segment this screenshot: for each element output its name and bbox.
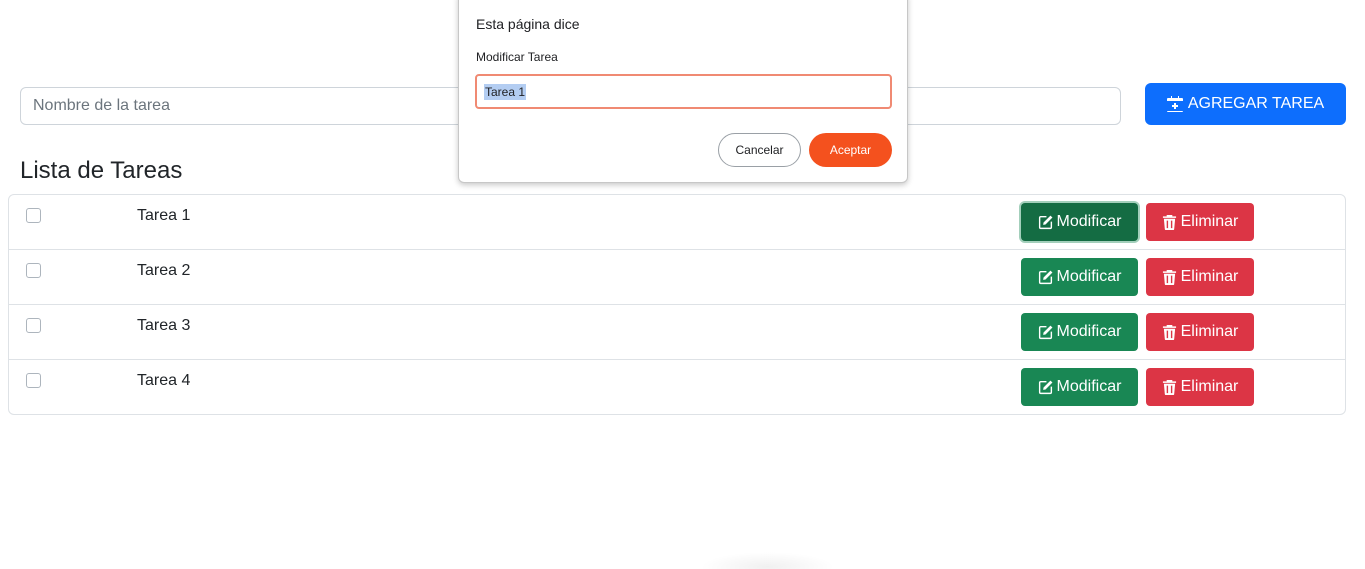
- edit-label: Modificar: [1056, 323, 1122, 340]
- prompt-dialog: Esta página dice Modificar Tarea Tarea 1…: [458, 0, 908, 183]
- add-task-button[interactable]: AGREGAR TAREA: [1145, 83, 1346, 125]
- task-checkbox[interactable]: [26, 263, 41, 278]
- task-row: Tarea 3 Modificar Eliminar: [9, 305, 1345, 360]
- trash-icon: [1162, 324, 1176, 340]
- delete-label: Eliminar: [1180, 323, 1239, 340]
- edit-label: Modificar: [1056, 213, 1122, 230]
- task-row: Tarea 4 Modificar Eliminar: [9, 360, 1345, 414]
- calendar-plus-icon: [1166, 96, 1183, 112]
- edit-icon: [1038, 380, 1052, 394]
- edit-label: Modificar: [1056, 378, 1122, 395]
- edit-task-button[interactable]: Modificar: [1021, 313, 1138, 351]
- trash-icon: [1162, 379, 1176, 395]
- trash-icon: [1162, 269, 1176, 285]
- task-name: Tarea 2: [137, 262, 191, 279]
- delete-task-button[interactable]: Eliminar: [1146, 203, 1254, 241]
- delete-task-button[interactable]: Eliminar: [1146, 313, 1254, 351]
- task-list: Tarea 1 Modificar Eliminar Tarea 2 Modif…: [8, 194, 1346, 415]
- trash-icon: [1162, 214, 1176, 230]
- cancel-button[interactable]: Cancelar: [718, 133, 801, 167]
- task-name: Tarea 4: [137, 372, 191, 389]
- edit-task-button[interactable]: Modificar: [1021, 203, 1138, 241]
- edit-icon: [1038, 215, 1052, 229]
- edit-task-button[interactable]: Modificar: [1021, 258, 1138, 296]
- delete-label: Eliminar: [1180, 268, 1239, 285]
- bottom-shadow: [700, 552, 835, 569]
- delete-label: Eliminar: [1180, 213, 1239, 230]
- edit-task-button[interactable]: Modificar: [1021, 368, 1138, 406]
- dialog-input[interactable]: Tarea 1: [475, 74, 892, 109]
- edit-icon: [1038, 270, 1052, 284]
- delete-task-button[interactable]: Eliminar: [1146, 258, 1254, 296]
- dialog-input-value: Tarea 1: [484, 83, 527, 100]
- list-title: Lista de Tareas: [20, 157, 183, 184]
- edit-label: Modificar: [1056, 268, 1122, 285]
- task-checkbox[interactable]: [26, 208, 41, 223]
- accept-button[interactable]: Aceptar: [809, 133, 892, 167]
- dialog-title: Esta página dice: [476, 16, 580, 32]
- task-row: Tarea 1 Modificar Eliminar: [9, 195, 1345, 250]
- dialog-message: Modificar Tarea: [476, 50, 558, 64]
- delete-label: Eliminar: [1180, 378, 1239, 395]
- add-task-label: AGREGAR TAREA: [1187, 95, 1325, 112]
- task-checkbox[interactable]: [26, 373, 41, 388]
- task-name: Tarea 3: [137, 317, 191, 334]
- edit-icon: [1038, 325, 1052, 339]
- task-checkbox[interactable]: [26, 318, 41, 333]
- task-row: Tarea 2 Modificar Eliminar: [9, 250, 1345, 305]
- delete-task-button[interactable]: Eliminar: [1146, 368, 1254, 406]
- task-name: Tarea 1: [137, 207, 191, 224]
